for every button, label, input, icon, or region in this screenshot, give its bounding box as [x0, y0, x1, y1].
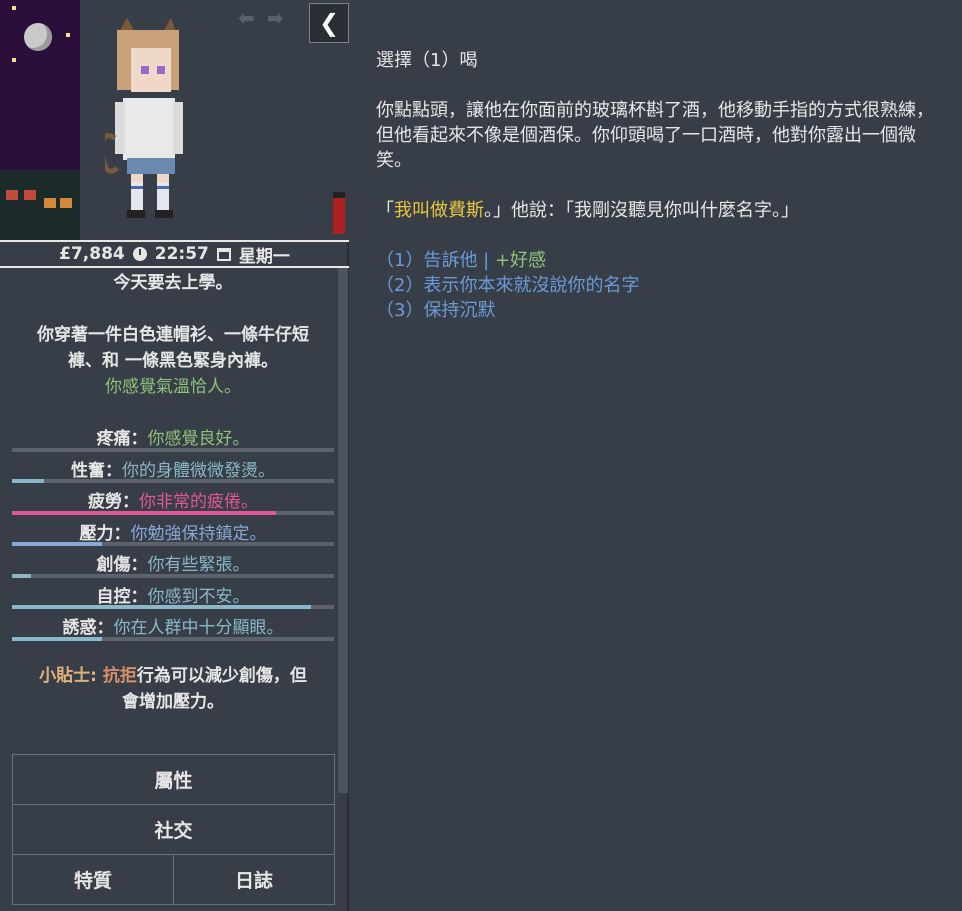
- stat-bar: [12, 510, 334, 515]
- character-scene: ⬅ ➡ ❮: [0, 0, 349, 240]
- stat-value: 你感覺良好。: [147, 429, 250, 449]
- stat-value: 你感到不安。: [147, 586, 250, 607]
- speech-open: 「: [376, 200, 394, 221]
- passage-heading: 選擇（1）喝: [376, 50, 478, 71]
- day-value: 星期一: [238, 246, 290, 267]
- sidebar-menu: 屬性 社交 特質 日誌: [12, 754, 335, 905]
- traits-button[interactable]: 特質: [12, 854, 174, 905]
- money-value: £7,884: [59, 244, 125, 264]
- stat-bar: [12, 479, 334, 483]
- tip-line-2: 會增加壓力。: [122, 691, 224, 712]
- time-value: 22:57: [154, 244, 209, 264]
- sidebar: ⬅ ➡ ❮ £7,884 22:57 星期一 今天要去上學。 你穿著一件白色連帽…: [0, 0, 349, 911]
- stat-row: 疲勞：你非常的疲倦。: [10, 487, 336, 519]
- chevron-left-icon: ❮: [318, 9, 340, 37]
- stat-label: 創傷：: [96, 555, 148, 575]
- stat-row: 疼痛：你感覺良好。: [10, 424, 336, 456]
- tip-text: 小貼士: 抗拒行為可以減少創傷，但 會增加壓力。: [10, 663, 336, 715]
- choice-2-link[interactable]: （2）表示你本來就沒說你的名字: [376, 275, 639, 296]
- stat-row: 自控：你感到不安。: [10, 582, 336, 614]
- choice-link[interactable]: （1）告訴他 | +好感: [376, 248, 946, 273]
- stat-value: 你有些緊張。: [147, 555, 250, 575]
- stat-bar-fill: [12, 542, 103, 546]
- temperature-line: 你感覺氣溫恰人。: [105, 377, 241, 397]
- outfit-line-2: 褲、和 一條黑色緊身內褲。: [68, 351, 278, 371]
- stat-label: 自控：: [96, 586, 148, 607]
- stat-bar-fill: [12, 636, 103, 641]
- tip-rest: 行為可以減少創傷，但: [136, 665, 307, 686]
- stat-label: 誘惑：: [62, 618, 114, 638]
- stat-row: 壓力：你勉強保持鎮定。: [10, 519, 336, 551]
- player-avatar: [105, 18, 183, 218]
- stat-value: 你勉強保持鎮定。: [130, 523, 267, 544]
- outfit-line-1: 你穿著一件白色連帽衫、一條牛仔短: [37, 325, 309, 345]
- choice-1-effect: +好感: [494, 250, 547, 271]
- stats-list: 疼痛：你感覺良好。 性奮：你的身體微微發燙。 疲勞：你非常的疲倦。 壓力：你勉強保持鎮…: [10, 424, 336, 645]
- stat-bar: [12, 605, 334, 609]
- stat-bar-fill: [12, 479, 45, 483]
- tip-prefix: 小貼士:: [39, 665, 97, 686]
- sidebar-scrollbar[interactable]: [338, 268, 348, 793]
- collapse-sidebar-button[interactable]: ❮: [309, 3, 349, 43]
- tip-keyword: 抗拒: [102, 665, 137, 686]
- stat-bar: [12, 573, 334, 578]
- stat-value: 你的身體微微發燙。: [122, 460, 275, 481]
- stat-value: 你在人群中十分顯眼。: [113, 618, 284, 638]
- speech-rest: 。」他說：「我剛沒聽見你叫什麼名字。」: [484, 200, 799, 221]
- stat-row: 性奮：你的身體微微發燙。: [10, 456, 336, 488]
- back-arrow-icon[interactable]: ⬅: [238, 6, 255, 30]
- forward-arrow-icon[interactable]: ➡: [267, 6, 284, 30]
- history-nav: ⬅ ➡: [238, 6, 284, 30]
- calendar-icon: [216, 247, 231, 261]
- stat-row: 創傷：你有些緊張。: [10, 550, 336, 582]
- stat-bar-fill: [12, 510, 277, 515]
- stat-bar: [12, 542, 334, 546]
- social-button[interactable]: 社交: [12, 804, 335, 855]
- stat-bar-fill: [12, 573, 32, 578]
- choice-1-link[interactable]: （1）告訴他: [376, 250, 477, 271]
- fire-extinguisher-image: [333, 192, 345, 234]
- attributes-button[interactable]: 屬性: [12, 754, 335, 805]
- speech-line: 「我叫做費斯。」他說：「我剛沒聽見你叫什麼名字。」: [376, 198, 946, 223]
- stat-value: 你非常的疲倦。: [139, 492, 258, 512]
- stat-bar: [12, 636, 334, 641]
- moon-image: [24, 23, 52, 51]
- clock-icon: [132, 247, 147, 261]
- status-bar: £7,884 22:57 星期一: [0, 240, 349, 268]
- story-passage: 選擇（1）喝 你點點頭，讓他在你面前的玻璃杯斟了酒，他移動手指的方式很熟練，但他…: [376, 48, 946, 323]
- stat-row: 誘惑：你在人群中十分顯眼。: [10, 613, 336, 645]
- night-window: [0, 0, 80, 240]
- stat-label: 疼痛：: [96, 429, 148, 449]
- passage-paragraph: 你點點頭，讓他在你面前的玻璃杯斟了酒，他移動手指的方式很熟練，但他看起來不像是個…: [376, 100, 934, 171]
- journal-button[interactable]: 日誌: [173, 854, 335, 905]
- speech-quote: 我叫做費斯: [394, 200, 484, 221]
- intro-line: 今天要去上學。: [113, 273, 233, 293]
- stat-bar: [12, 447, 334, 452]
- city-image: [0, 170, 80, 240]
- stat-label: 壓力：: [79, 523, 131, 544]
- stat-label: 疲勞：: [88, 492, 139, 512]
- stat-bar-fill: [12, 605, 312, 609]
- stat-label: 性奮：: [71, 460, 122, 481]
- sidebar-content: 今天要去上學。 你穿著一件白色連帽衫、一條牛仔短 褲、和 一條黑色緊身內褲。 你…: [10, 270, 336, 715]
- choice-3-link[interactable]: （3）保持沉默: [376, 300, 495, 321]
